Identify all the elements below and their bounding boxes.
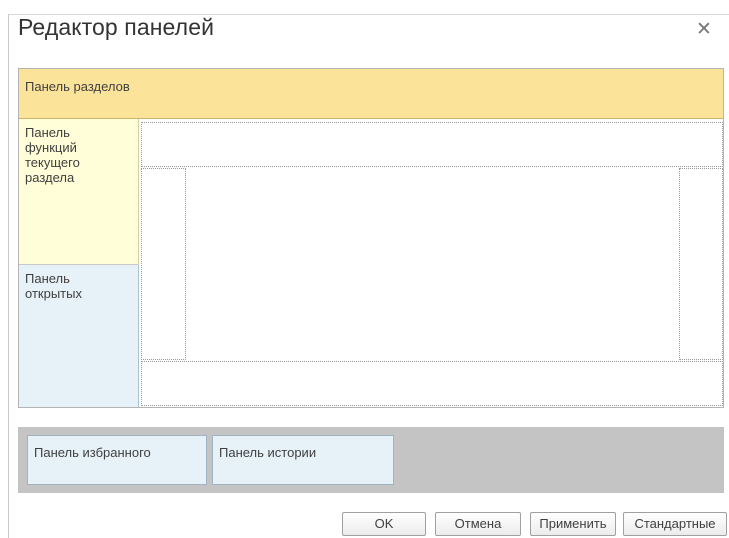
bottom-panel-area: Панель избранного Панель истории xyxy=(18,427,724,493)
drop-slot-top[interactable] xyxy=(141,122,723,167)
panel-functions[interactable]: Панель функций текущего раздела xyxy=(19,119,139,265)
ok-button[interactable]: OK xyxy=(342,512,426,536)
panel-sections[interactable]: Панель разделов xyxy=(19,69,723,119)
drop-slot-right[interactable] xyxy=(679,168,723,360)
default-button[interactable]: Стандартные xyxy=(623,512,727,536)
panel-history-label: Панель истории xyxy=(219,445,317,460)
cancel-button[interactable]: Отмена xyxy=(435,512,521,536)
panel-favorites-label: Панель избранного xyxy=(34,445,151,460)
dialog-title: Редактор панелей xyxy=(18,14,215,40)
panel-open[interactable]: Панель открытых xyxy=(19,265,139,407)
panel-open-label: Панель открытых xyxy=(25,271,82,301)
panel-history[interactable]: Панель истории xyxy=(212,435,394,485)
drop-slot-left[interactable] xyxy=(141,168,186,360)
panel-functions-label: Панель функций текущего раздела xyxy=(25,125,80,185)
left-column: Панель функций текущего раздела Панель о… xyxy=(19,119,139,407)
panel-layout-editor: Панель разделов Панель функций текущего … xyxy=(18,68,724,408)
close-icon[interactable]: ✕ xyxy=(696,20,712,39)
panel-favorites[interactable]: Панель избранного xyxy=(27,435,207,485)
apply-button[interactable]: Применить xyxy=(530,512,616,536)
panel-sections-label: Панель разделов xyxy=(25,79,130,94)
drop-slot-bottom[interactable] xyxy=(141,361,723,406)
